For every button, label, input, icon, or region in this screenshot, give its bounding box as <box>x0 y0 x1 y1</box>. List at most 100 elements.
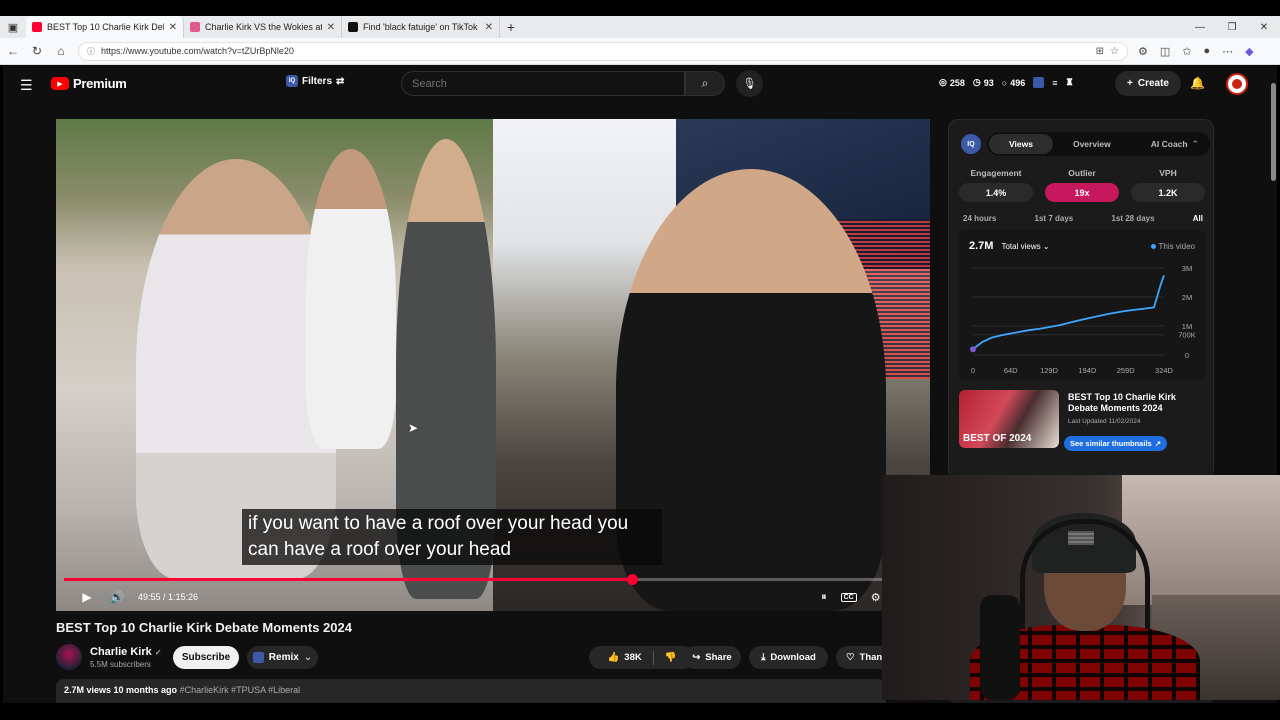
panel-tab-group: Views Overview AI Coach <box>987 132 1210 156</box>
logo-text: Premium <box>73 76 127 91</box>
play-icon[interactable]: ▶ <box>72 590 102 604</box>
browser-tab-youtube-2[interactable]: Charlie Kirk VS the Wokies at Unive ✕ <box>184 16 342 38</box>
close-window-icon[interactable]: ✕ <box>1248 16 1280 38</box>
trophy-icon[interactable]: ♜ <box>1066 77 1074 88</box>
metric-label: Engagement <box>970 168 1022 178</box>
chevron-up-icon[interactable]: ⌃ <box>1191 139 1199 150</box>
browser-tab-tiktok[interactable]: Find 'black fatuige' on TikTok | Tik ✕ <box>342 16 500 38</box>
extension-stats: ◎ 258 ◷ 93 ○ 496 ≡ ♜ <box>939 77 1074 88</box>
video-player[interactable]: if you want to have a roof over your hea… <box>56 119 930 611</box>
search-button[interactable]: ⌕ <box>685 71 725 96</box>
close-tab-icon[interactable]: ✕ <box>485 22 493 33</box>
video-progress-bar[interactable] <box>64 574 922 585</box>
close-tab-icon[interactable]: ✕ <box>169 22 177 33</box>
range-first-7-days[interactable]: 1st 7 days <box>1035 214 1074 223</box>
download-button[interactable]: ⤓ Download <box>749 646 828 669</box>
extensions-icon[interactable]: ⚙ <box>1138 45 1148 58</box>
y-tick-label: 0 <box>1185 351 1189 360</box>
external-link-icon: ↗ <box>1154 439 1161 448</box>
filters-label: Filters <box>302 75 333 87</box>
browser-tools: ⚙ ◫ ✩ ● ⋯ ◆ <box>1138 45 1254 58</box>
profile-icon[interactable]: ● <box>1204 45 1211 58</box>
thumbs-up-icon[interactable]: 👍 <box>607 652 619 663</box>
more-icon[interactable]: ⋯ <box>1222 45 1233 58</box>
range-first-28-days[interactable]: 1st 28 days <box>1111 214 1154 223</box>
filters-button[interactable]: IQ Filters ⇄ <box>286 75 344 87</box>
create-button[interactable]: + Create <box>1115 71 1181 96</box>
progress-scrubber[interactable] <box>626 574 638 585</box>
minimize-icon[interactable]: — <box>1184 16 1216 38</box>
list-icon[interactable]: ≡ <box>1052 78 1057 88</box>
remix-button[interactable]: Remix ⌄ <box>247 646 318 669</box>
total-views-dropdown[interactable]: Total views ⌄ <box>1001 242 1049 251</box>
app-available-icon[interactable]: ⊞ <box>1096 46 1104 57</box>
range-all[interactable]: All <box>1193 214 1203 223</box>
legend-dot <box>1150 244 1156 249</box>
metric-label: Outlier <box>1068 168 1096 178</box>
analytics-panel: IQ Views Overview AI Coach ⌃ Engagement … <box>948 119 1214 479</box>
range-24-hours[interactable]: 24 hours <box>963 214 996 223</box>
webcam-headset <box>1020 519 1150 629</box>
video-thumbnail[interactable]: BEST OF 2024 <box>959 390 1059 448</box>
home-icon[interactable]: ⌂ <box>54 44 68 58</box>
stat-b: 93 <box>983 77 994 88</box>
x-tick-label: 129D <box>1040 366 1059 375</box>
autoplay-toggle-icon[interactable]: ⏸ <box>821 591 827 604</box>
microphone-icon: 🎙 <box>742 78 757 90</box>
split-screen-icon[interactable]: ◫ <box>1160 45 1170 58</box>
dropdown-label: Total views <box>1001 241 1041 251</box>
browser-toolbar: ← ↻ ⌂ ⓘ https://www.youtube.com/watch?v=… <box>0 38 1280 65</box>
hashtags[interactable]: #CharlieKirk #TPUSA #Liberal <box>180 685 301 695</box>
like-count[interactable]: 38K <box>624 652 641 663</box>
thumbnail-title: BEST Top 10 Charlie Kirk Debate Moments … <box>1068 392 1176 413</box>
tab-title: Charlie Kirk VS the Wokies at Unive <box>205 22 322 32</box>
back-icon[interactable]: ← <box>6 44 20 58</box>
settings-gear-icon[interactable]: ⚙ <box>871 591 881 604</box>
browser-tab-strip: ▣ BEST Top 10 Charlie Kirk Debate M ✕ Ch… <box>0 16 1280 38</box>
restore-icon[interactable]: ❐ <box>1216 16 1248 38</box>
tab-actions-icon[interactable]: ▣ <box>0 16 26 38</box>
account-avatar[interactable] <box>1226 73 1248 95</box>
copilot-icon[interactable]: ◆ <box>1245 45 1253 58</box>
channel-avatar[interactable] <box>56 644 82 670</box>
menu-icon[interactable]: ☰ <box>20 77 33 94</box>
tab-overview[interactable]: Overview <box>1053 134 1131 154</box>
notifications-bell-icon[interactable]: 🔔 <box>1190 76 1205 90</box>
subscriber-count: 5.5M subscribers <box>90 660 151 669</box>
share-icon: ↪ <box>692 652 701 663</box>
metric-outlier: Outlier 19x <box>1045 168 1119 202</box>
eye-icon: ◎ <box>939 77 947 87</box>
description-box[interactable]: 2.7M views 10 months ago #CharlieKirk #T… <box>56 679 886 703</box>
new-tab-button[interactable]: + <box>500 16 522 38</box>
similar-thumbnails-button[interactable]: See similar thumbnails ↗ <box>1064 436 1167 451</box>
refresh-icon[interactable]: ↻ <box>30 44 44 58</box>
tab-views[interactable]: Views <box>989 134 1053 154</box>
share-button[interactable]: ↪ Share <box>683 646 741 669</box>
channel-row: Charlie Kirk ✓ 5.5M subscribers Subscrib… <box>56 644 896 672</box>
thumbs-down-icon[interactable]: 👎 <box>665 652 677 663</box>
address-bar[interactable]: ⓘ https://www.youtube.com/watch?v=tZUrBp… <box>78 41 1128 61</box>
channel-name[interactable]: Charlie Kirk ✓ <box>90 646 162 658</box>
search-box[interactable] <box>401 71 685 96</box>
favorite-star-icon[interactable]: ☆ <box>1110 46 1119 57</box>
metric-vph: VPH 1.2K <box>1131 168 1205 202</box>
voice-search-button[interactable]: 🎙 <box>736 70 763 97</box>
video-title: BEST Top 10 Charlie Kirk Debate Moments … <box>56 620 352 635</box>
youtube-logo[interactable]: ▶ Premium <box>51 76 127 91</box>
browser-tab-youtube[interactable]: BEST Top 10 Charlie Kirk Debate M ✕ <box>26 16 184 38</box>
mouse-cursor-icon: ➤ <box>408 421 419 435</box>
similar-label: See similar thumbnails <box>1070 439 1152 448</box>
search-input[interactable] <box>412 77 684 90</box>
scrollbar-thumb[interactable] <box>1271 83 1276 181</box>
favorites-icon[interactable]: ✩ <box>1182 45 1191 58</box>
download-icon: ⤓ <box>761 652 766 663</box>
close-tab-icon[interactable]: ✕ <box>327 22 335 33</box>
site-info-icon[interactable]: ⓘ <box>87 46 95 57</box>
subscribe-button[interactable]: Subscribe <box>173 646 239 669</box>
volume-icon[interactable]: 🔊 <box>102 590 132 604</box>
iq-extension-icon[interactable] <box>1033 77 1045 88</box>
time-display: 49:55 / 1:15:26 <box>138 592 199 602</box>
closed-captions-icon[interactable]: CC <box>840 592 857 602</box>
youtube-favicon-icon <box>32 22 42 32</box>
tab-title: Find 'black fatuige' on TikTok | Tik <box>363 22 480 32</box>
